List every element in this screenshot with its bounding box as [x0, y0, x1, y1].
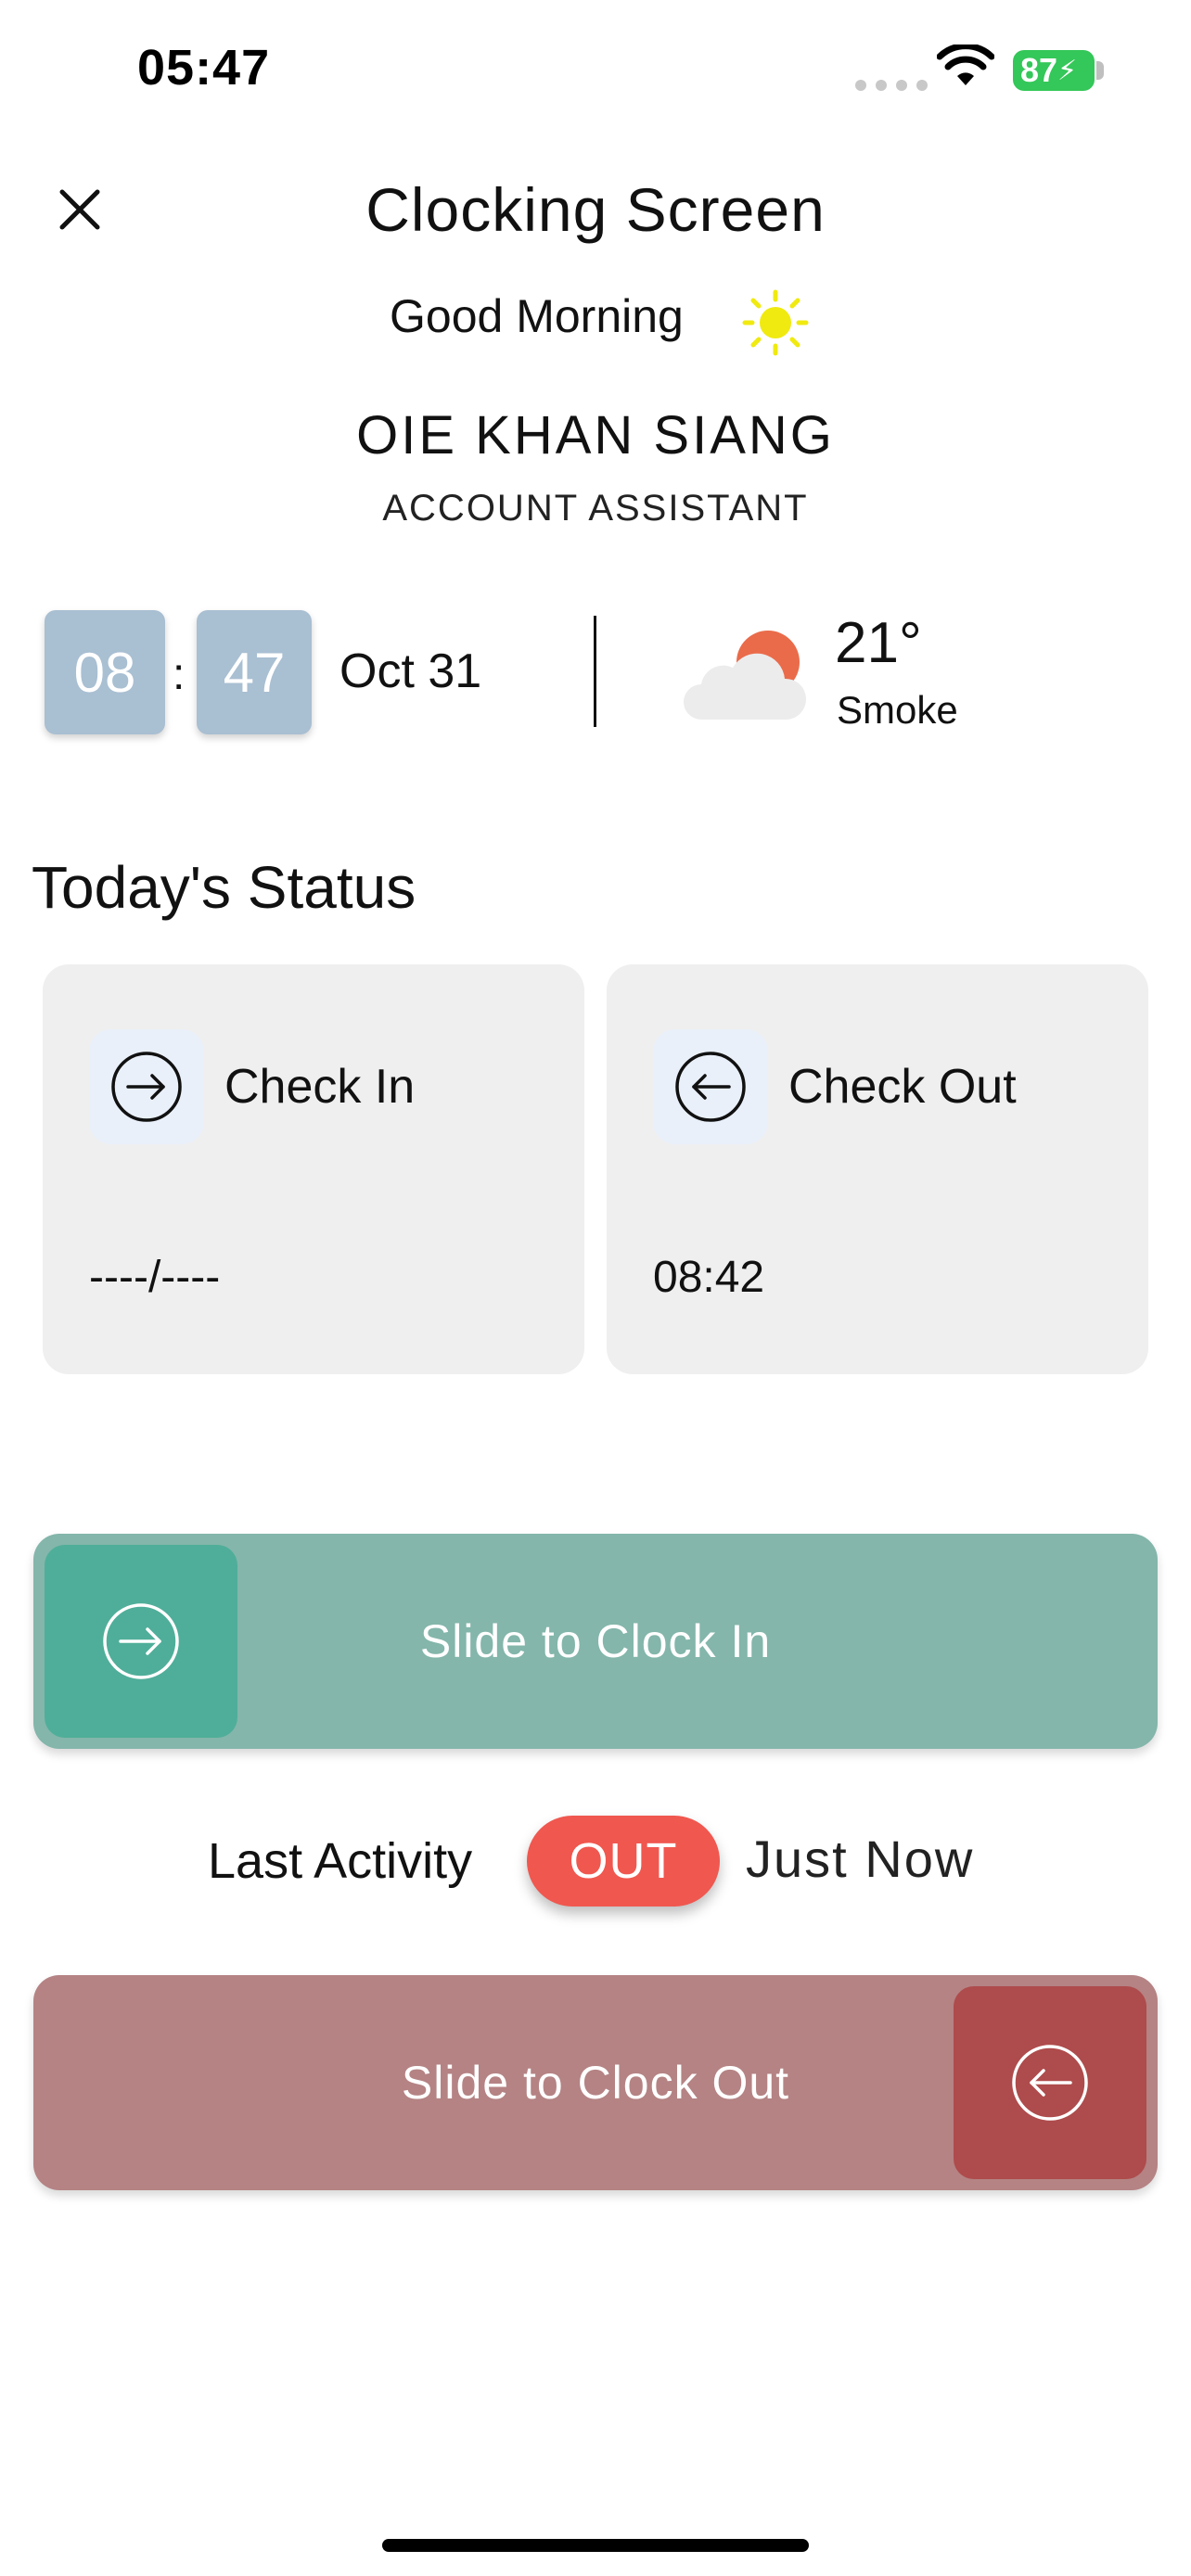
check-in-value: ----/----	[89, 1253, 221, 1302]
clock-out-slider-handle[interactable]	[954, 1986, 1146, 2179]
battery-icon: 87 ⚡	[1013, 50, 1095, 91]
wifi-icon	[937, 45, 994, 85]
clock-in-slider[interactable]: Slide to Clock In	[33, 1534, 1158, 1749]
clock-out-slider[interactable]: Slide to Clock Out	[33, 1975, 1158, 2190]
check-in-label: Check In	[224, 1060, 416, 1114]
last-activity-time: Just Now	[746, 1830, 975, 1888]
current-date: Oct 31	[339, 644, 482, 698]
sun-icon	[742, 289, 809, 356]
status-bar-time: 05:47	[137, 40, 271, 96]
check-out-value: 08:42	[653, 1253, 765, 1302]
clock-separator: :	[173, 650, 186, 699]
clock-hours: 08	[45, 610, 165, 734]
logout-arrow-icon	[1012, 2045, 1088, 2121]
cloud-sun-icon	[684, 631, 807, 720]
check-out-card: Check Out 08:42	[607, 964, 1148, 1374]
login-arrow-icon	[103, 1603, 179, 1679]
cellular-signal-icon	[855, 80, 928, 91]
page-title: Clocking Screen	[365, 175, 826, 244]
temperature: 21°	[835, 611, 922, 675]
clock-in-slider-handle[interactable]	[45, 1545, 237, 1738]
login-arrow-icon	[111, 1052, 182, 1122]
battery-tip	[1096, 61, 1104, 80]
check-out-label: Check Out	[788, 1060, 1017, 1114]
clock-minutes: 47	[197, 610, 312, 734]
check-in-icon-tile	[89, 1029, 204, 1144]
section-title-todays-status: Today's Status	[32, 854, 416, 921]
last-activity-status-badge: OUT	[527, 1816, 720, 1906]
battery-level: 87	[1020, 51, 1058, 89]
employee-role: ACCOUNT ASSISTANT	[382, 488, 809, 529]
last-activity-label: Last Activity	[208, 1833, 473, 1889]
employee-name: OIE KHAN SIANG	[356, 405, 835, 465]
greeting-text: Good Morning	[390, 290, 684, 342]
check-out-icon-tile	[653, 1029, 768, 1144]
divider	[594, 616, 596, 727]
home-indicator	[382, 2539, 809, 2552]
weather-condition: Smoke	[837, 688, 958, 732]
logout-arrow-icon	[675, 1052, 746, 1122]
check-in-card: Check In ----/----	[43, 964, 584, 1374]
